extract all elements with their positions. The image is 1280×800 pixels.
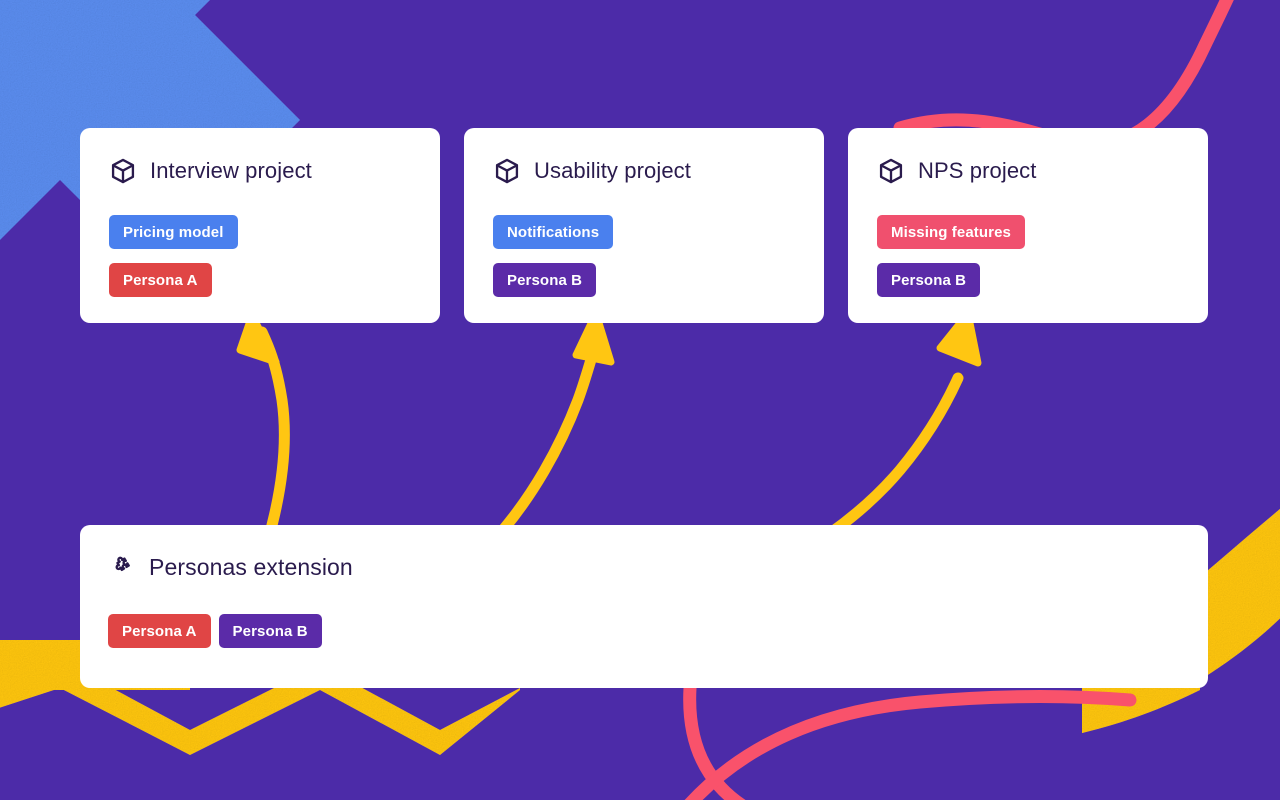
cube-icon	[879, 158, 903, 184]
extension-card-personas[interactable]: Personas extension Persona A Persona B	[80, 525, 1208, 688]
tag-persona-a[interactable]: Persona A	[109, 263, 212, 297]
card-title: Interview project	[150, 158, 312, 183]
card-header: Personas extension	[108, 553, 1208, 581]
tag-list: Missing features Persona B	[877, 215, 1208, 297]
puzzle-icon	[115, 556, 130, 572]
tag-list: Pricing model Persona A	[109, 215, 440, 297]
cube-icon	[495, 158, 519, 184]
cards-layer: Interview project Pricing model Persona …	[0, 0, 1280, 800]
card-title: Usability project	[534, 158, 691, 183]
tag-notifications[interactable]: Notifications	[493, 215, 614, 249]
tag-persona-b[interactable]: Persona B	[877, 263, 981, 297]
project-card-interview[interactable]: Interview project Pricing model Persona …	[80, 128, 440, 323]
tag-missing-features[interactable]: Missing features	[877, 215, 1025, 249]
project-card-nps[interactable]: NPS project Missing features Persona B	[848, 128, 1208, 323]
tag-list: Notifications Persona B	[493, 215, 824, 297]
tag-persona-b[interactable]: Persona B	[493, 263, 597, 297]
tag-list: Persona A Persona B	[108, 614, 1208, 648]
card-header: NPS project	[877, 157, 1208, 185]
cube-icon	[111, 158, 135, 184]
canvas: Interview project Pricing model Persona …	[0, 0, 1280, 800]
project-card-usability[interactable]: Usability project Notifications Persona …	[464, 128, 824, 323]
card-title: NPS project	[918, 158, 1037, 183]
tag-persona-a[interactable]: Persona A	[108, 614, 211, 648]
tag-persona-b[interactable]: Persona B	[218, 614, 322, 648]
tag-pricing-model[interactable]: Pricing model	[109, 215, 238, 249]
card-header: Interview project	[109, 157, 440, 185]
card-title: Personas extension	[149, 553, 353, 580]
card-header: Usability project	[493, 157, 824, 185]
